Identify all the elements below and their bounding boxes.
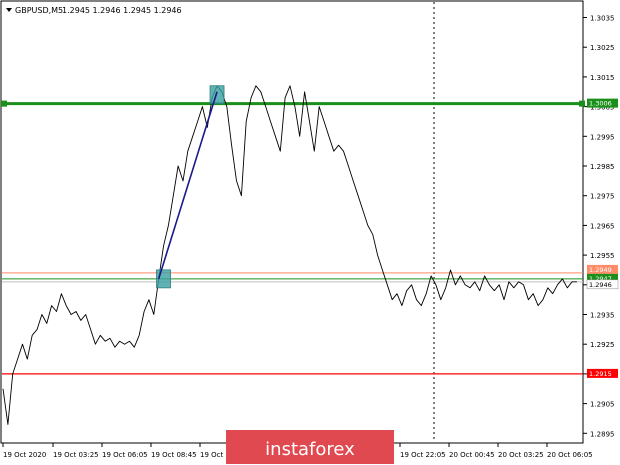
y-tick-label: 1.2955 [590,252,615,260]
header-symbol: GBPUSD,M5 [15,6,63,15]
x-tick-label: 19 Oct 03:25 [53,451,99,459]
y-tick-label: 1.2985 [590,163,615,171]
y-tick-label: 1.2905 [590,401,615,409]
header-ohlc: 1.2945 1.2946 1.2945 1.2946 [62,6,182,15]
level-handle[interactable] [1,100,7,107]
y-tick-label: 1.2975 [590,193,615,201]
y-tick-label: 1.2895 [590,430,615,438]
chart-header: GBPUSD,M5 1.2945 1.2946 1.2945 1.2946 [6,6,182,15]
level-label-current: 1.2946 [589,281,612,289]
x-tick-label: 19 Oct 22:05 [400,451,446,459]
y-tick-label: 1.3035 [590,15,615,23]
y-tick-label: 1.3015 [590,74,615,82]
x-tick-label: 20 Oct 03:25 [498,451,544,459]
y-tick-label: 1.2935 [590,312,615,320]
price-chart: 1.30351.30251.30151.30051.29951.29851.29… [0,0,620,465]
watermark-text: instaforex [265,439,355,460]
x-tick-label: 19 Oct 08:45 [151,451,197,459]
y-tick-label: 1.2925 [590,341,615,349]
x-tick-label: 20 Oct 00:45 [449,451,495,459]
x-tick-label: 19 Oct 06:05 [102,451,148,459]
y-tick-label: 1.2965 [590,222,615,230]
signal-marker [209,85,225,105]
y-tick-label: 1.2995 [590,133,615,141]
y-tick-label: 1.3025 [590,44,615,52]
watermark: instaforex [226,430,394,464]
x-tick-label: 19 Oct 2020 [3,451,46,459]
signal-marker [156,269,171,289]
level-label-support: 1.2915 [589,370,612,378]
level-label-resistance: 1.3006 [589,100,612,108]
chart-background [0,0,620,465]
level-handle[interactable] [579,100,585,107]
level-label-level_hi: 1.2949 [589,266,612,274]
x-tick-label: 20 Oct 06:05 [547,451,593,459]
